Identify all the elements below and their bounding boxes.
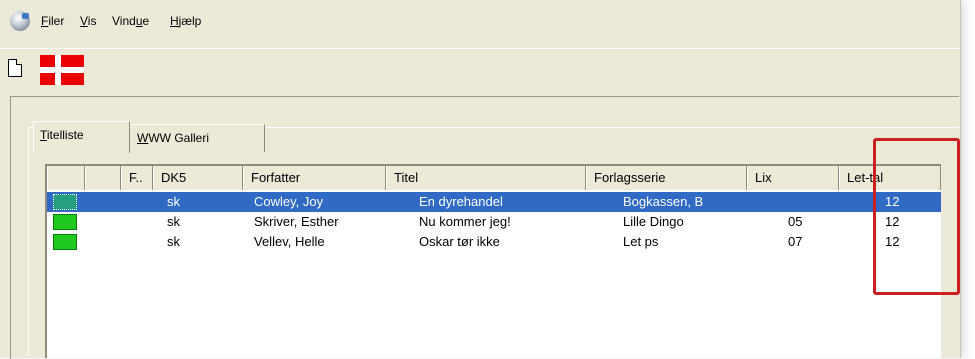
column-header-forfatter[interactable]: Forfatter [243,166,386,190]
column-header-f[interactable]: F.. [121,166,153,190]
let-tal-highlight-box [873,138,960,295]
cell-forfatter: Cowley, Joy [254,194,324,209]
cell-forfatter: Vellev, Helle [254,234,325,249]
new-document-icon [8,59,22,77]
flag-cross-vertical [55,55,61,85]
column-header-status[interactable] [47,166,85,190]
cell-dk5: sk [167,194,180,209]
cell-forlagsserie: Bogkassen, B [623,194,704,209]
menu-vindue[interactable]: Vindue [112,14,149,28]
cell-titel: En dyrehandel [419,194,503,209]
new-document-button[interactable] [3,56,29,82]
cell-lix: 05 [788,214,803,229]
column-header-forlagsserie[interactable]: Forlagsserie [586,166,747,190]
table-row[interactable]: sk Skriver, Esther Nu kommer jeg! Lille … [47,212,941,232]
danish-flag-button[interactable] [40,55,84,85]
tab-www-galleri[interactable]: WWW Galleri [131,124,265,152]
menu-filer[interactable]: Filer [41,14,64,28]
toolbar [0,48,960,89]
menu-hjaelp[interactable]: Hjælp [170,14,201,28]
table-row[interactable]: sk Vellev, Helle Oskar tør ikke Let ps 0… [47,232,941,252]
status-indicator [53,214,77,230]
column-header-blank[interactable] [85,166,121,190]
table-row[interactable]: sk Cowley, Joy En dyrehandel Bogkassen, … [47,192,941,212]
title-list[interactable]: F.. DK5 Forfatter Titel Forlagsserie Lix… [45,164,941,358]
flag-cross-horizontal [40,67,84,73]
cell-titel: Nu kommer jeg! [419,214,511,229]
cell-lix: 07 [788,234,803,249]
app-window: Filer Vis Vindue Hjælp Titelliste WWW Ga… [0,0,961,359]
app-globe-icon[interactable] [10,11,30,31]
cell-titel: Oskar tør ikke [419,234,500,249]
status-indicator [53,194,77,210]
status-indicator [53,234,77,250]
column-header-titel[interactable]: Titel [386,166,586,190]
cell-forfatter: Skriver, Esther [254,214,339,229]
cell-forlagsserie: Let ps [623,234,659,249]
cell-forlagsserie: Lille Dingo [623,214,684,229]
column-header-dk5[interactable]: DK5 [153,166,243,190]
column-header-lix[interactable]: Lix [747,166,839,190]
menu-bar: Filer Vis Vindue Hjælp [0,2,960,44]
cell-dk5: sk [167,214,180,229]
menu-vis[interactable]: Vis [80,14,96,28]
tab-titelliste[interactable]: Titelliste [33,121,130,153]
cell-dk5: sk [167,234,180,249]
list-header: F.. DK5 Forfatter Titel Forlagsserie Lix… [47,166,941,190]
